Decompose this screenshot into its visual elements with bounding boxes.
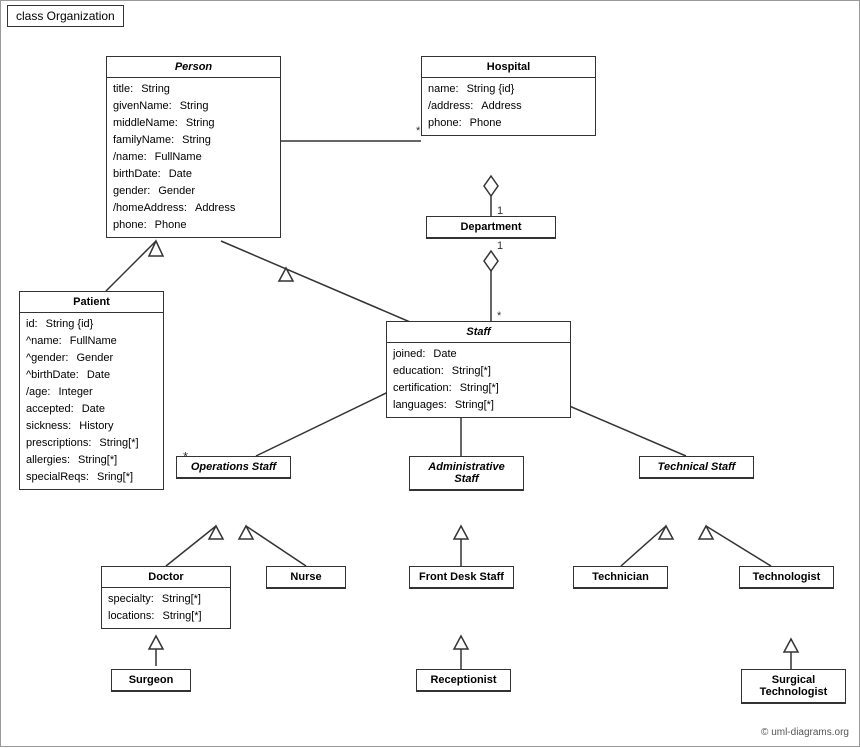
technologist-title: Technologist [740,567,833,588]
diagram-container: class Organization [0,0,860,747]
technical-staff-title: Technical Staff [640,457,753,478]
hospital-title: Hospital [422,57,595,78]
patient-box: Patient id:String {id} ^name:FullName ^g… [19,291,164,490]
surgical-technologist-title: Surgical Technologist [742,670,845,703]
diagram-title: class Organization [7,5,124,27]
doctor-title: Doctor [102,567,230,588]
doctor-body: specialty:String[*] locations:String[*] [102,588,230,628]
hospital-box: Hospital name:String {id} /address:Addre… [421,56,596,136]
staff-body: joined:Date education:String[*] certific… [387,343,570,417]
operations-staff-title: Operations Staff [177,457,290,478]
staff-box: Staff joined:Date education:String[*] ce… [386,321,571,418]
technician-title: Technician [574,567,667,588]
administrative-staff-box: Administrative Staff [409,456,524,491]
technologist-box: Technologist [739,566,834,589]
patient-title: Patient [20,292,163,313]
front-desk-staff-box: Front Desk Staff [409,566,514,589]
hospital-body: name:String {id} /address:Address phone:… [422,78,595,135]
technician-box: Technician [573,566,668,589]
person-body: title:String givenName:String middleName… [107,78,280,237]
surgical-technologist-box: Surgical Technologist [741,669,846,704]
front-desk-staff-title: Front Desk Staff [410,567,513,588]
copyright: © uml-diagrams.org [761,727,849,738]
nurse-box: Nurse [266,566,346,589]
receptionist-title: Receptionist [417,670,510,691]
staff-title: Staff [387,322,570,343]
department-box: Department [426,216,556,239]
person-box: Person title:String givenName:String mid… [106,56,281,238]
surgeon-box: Surgeon [111,669,191,692]
receptionist-box: Receptionist [416,669,511,692]
department-title: Department [427,217,555,238]
doctor-box: Doctor specialty:String[*] locations:Str… [101,566,231,629]
technical-staff-box: Technical Staff [639,456,754,479]
person-title: Person [107,57,280,78]
nurse-title: Nurse [267,567,345,588]
surgeon-title: Surgeon [112,670,190,691]
patient-body: id:String {id} ^name:FullName ^gender:Ge… [20,313,163,489]
svg-text:1: 1 [497,240,503,252]
administrative-staff-title: Administrative Staff [410,457,523,490]
operations-staff-box: Operations Staff [176,456,291,479]
